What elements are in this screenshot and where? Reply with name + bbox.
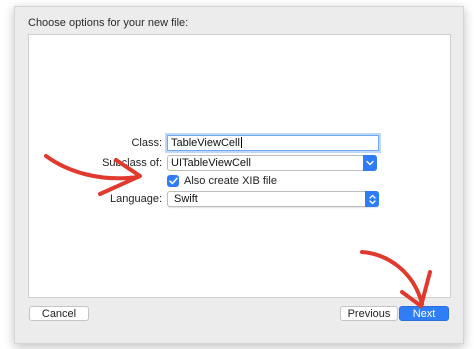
language-value: Swift: [174, 193, 198, 205]
subclass-combo-box[interactable]: UITableViewCell: [167, 155, 377, 171]
text-caret: [240, 137, 242, 148]
chevron-down-icon[interactable]: [363, 155, 377, 171]
checkmark-icon: [168, 177, 178, 185]
next-button[interactable]: Next: [399, 306, 449, 321]
options-panel: Class: TableViewCell Subclass of: UITabl…: [28, 34, 451, 298]
subclass-label: Subclass of:: [102, 157, 162, 169]
create-xib-label[interactable]: Also create XIB file: [184, 175, 277, 187]
previous-button[interactable]: Previous: [340, 306, 398, 321]
language-popup[interactable]: Swift: [167, 191, 379, 207]
class-label: Class:: [131, 137, 162, 149]
subclass-value: UITableViewCell: [171, 157, 251, 169]
new-file-dialog: Choose options for your new file: Class:…: [14, 6, 464, 344]
class-name-input[interactable]: TableViewCell: [167, 135, 379, 151]
language-label: Language:: [110, 193, 162, 205]
class-name-value: TableViewCell: [171, 137, 240, 149]
up-down-chevron-icon[interactable]: [365, 191, 379, 207]
create-xib-checkbox[interactable]: [167, 175, 179, 187]
cancel-button[interactable]: Cancel: [29, 306, 89, 321]
dialog-heading: Choose options for your new file:: [28, 17, 189, 29]
